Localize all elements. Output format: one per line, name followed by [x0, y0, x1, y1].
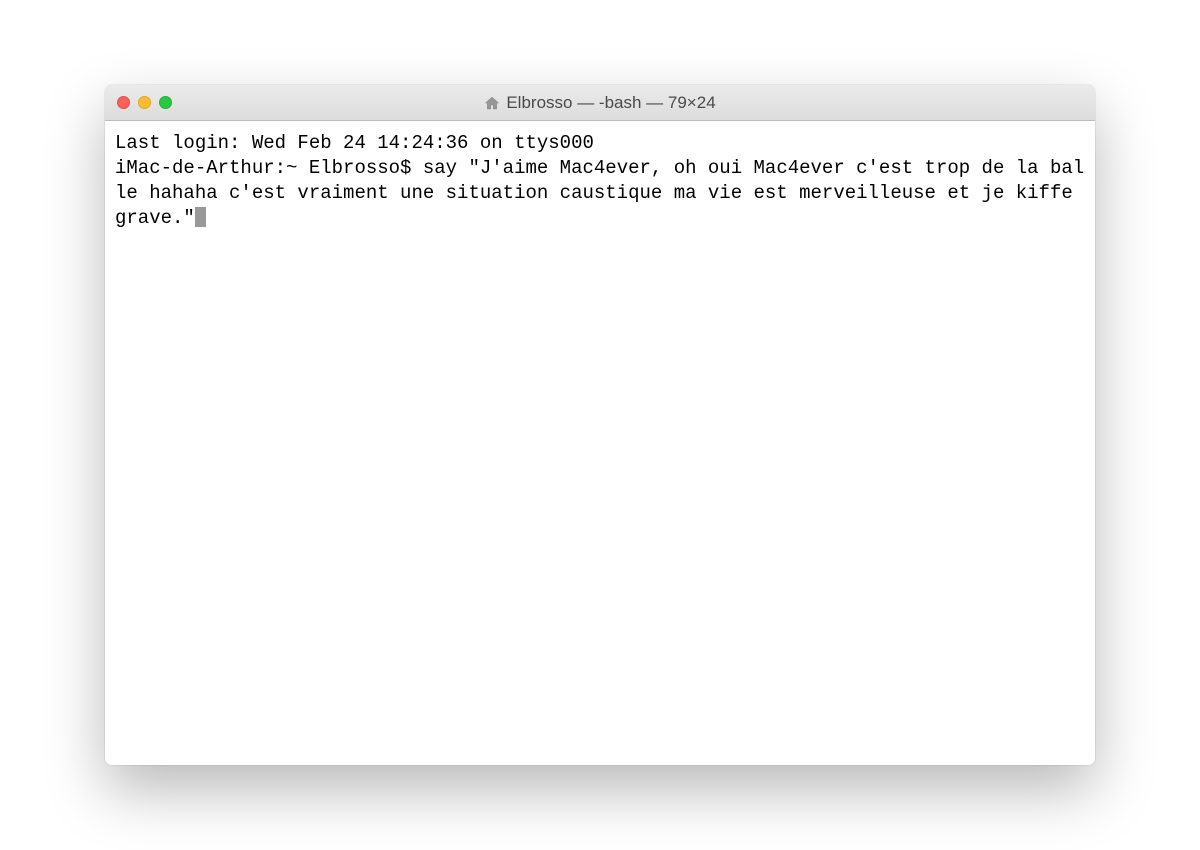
window-title: Elbrosso — -bash — 79×24	[105, 93, 1095, 113]
window-controls	[117, 96, 172, 109]
last-login-line: Last login: Wed Feb 24 14:24:36 on ttys0…	[115, 132, 594, 154]
maximize-button[interactable]	[159, 96, 172, 109]
cursor	[195, 207, 206, 227]
terminal-window: Elbrosso — -bash — 79×24 Last login: Wed…	[105, 85, 1095, 765]
prompt: iMac-de-Arthur:~ Elbrosso$	[115, 157, 423, 179]
window-title-text: Elbrosso — -bash — 79×24	[506, 93, 715, 113]
minimize-button[interactable]	[138, 96, 151, 109]
terminal-content[interactable]: Last login: Wed Feb 24 14:24:36 on ttys0…	[105, 121, 1095, 765]
home-folder-icon	[484, 95, 500, 111]
titlebar[interactable]: Elbrosso — -bash — 79×24	[105, 85, 1095, 121]
close-button[interactable]	[117, 96, 130, 109]
